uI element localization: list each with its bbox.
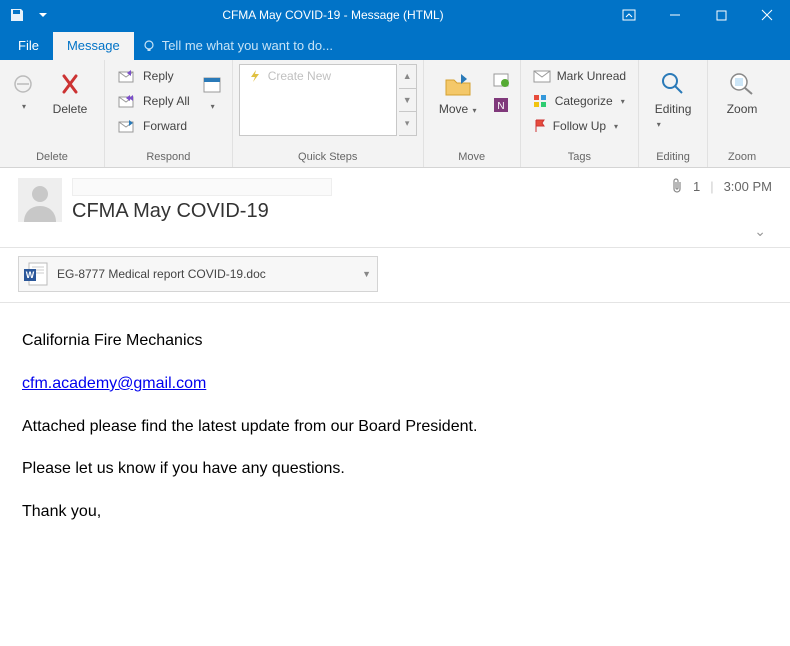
word-doc-icon: W xyxy=(23,261,49,287)
body-email-link[interactable]: cfm.academy@gmail.com xyxy=(22,375,206,392)
close-button[interactable] xyxy=(744,0,790,30)
minimize-button[interactable] xyxy=(652,0,698,30)
attachment-filename: EG-8777 Medical report COVID-19.doc xyxy=(57,267,266,281)
ribbon-mode-icon[interactable] xyxy=(606,0,652,30)
move-folder-icon xyxy=(443,70,473,98)
zoom-icon xyxy=(728,71,756,97)
group-quick-steps: Create New ▲ ▼ ▾ Quick Steps xyxy=(233,60,424,167)
tab-message[interactable]: Message xyxy=(53,32,134,60)
quick-steps-scroll: ▲ ▼ ▾ xyxy=(399,64,417,136)
expand-header-button[interactable]: ⌄ xyxy=(754,215,772,239)
ribbon: ▾ Delete Delete Reply Reply All xyxy=(0,60,790,168)
move-button[interactable]: Move ▾ xyxy=(430,64,486,116)
quick-steps-gallery[interactable]: Create New xyxy=(239,64,397,136)
message-header: CFMA May COVID-19 1 | 3:00 PM ⌄ xyxy=(0,168,790,248)
categorize-button[interactable]: Categorize▾ xyxy=(527,89,632,113)
ignore-icon xyxy=(12,73,34,95)
tab-file[interactable]: File xyxy=(4,32,53,60)
group-respond: Reply Reply All Forward ▾ Respond xyxy=(105,60,233,167)
envelope-icon xyxy=(533,69,551,83)
group-editing: Editing▾ Editing xyxy=(639,60,708,167)
forward-button[interactable]: Forward xyxy=(111,114,196,138)
follow-up-button[interactable]: Follow Up▾ xyxy=(527,114,632,138)
group-move: Move ▾ N Move xyxy=(424,60,521,167)
message-body: California Fire Mechanics cfm.academy@gm… xyxy=(0,303,790,573)
message-subject: CFMA May COVID-19 xyxy=(72,200,671,223)
reply-all-button[interactable]: Reply All xyxy=(111,89,196,113)
body-line-3: Please let us know if you have any quest… xyxy=(22,459,768,480)
sender-name xyxy=(72,178,332,196)
reply-all-icon xyxy=(117,93,137,109)
categorize-icon xyxy=(533,94,549,108)
paperclip-icon xyxy=(671,178,683,194)
group-tags: Mark Unread Categorize▾ Follow Up▾ Tags xyxy=(521,60,639,167)
group-delete: ▾ Delete Delete xyxy=(0,60,105,167)
title-bar: CFMA May COVID-19 - Message (HTML) xyxy=(0,0,790,30)
svg-text:W: W xyxy=(26,270,35,280)
ignore-button[interactable]: ▾ xyxy=(6,64,40,111)
find-icon xyxy=(660,71,686,97)
ribbon-tabs: File Message Tell me what you want to do… xyxy=(0,30,790,60)
group-zoom: Zoom Zoom xyxy=(708,60,776,167)
reply-icon xyxy=(117,68,137,84)
editing-button[interactable]: Editing▾ xyxy=(645,64,701,130)
meeting-icon xyxy=(201,73,223,95)
flag-icon xyxy=(533,119,547,133)
qs-up-button[interactable]: ▲ xyxy=(399,65,416,88)
avatar-icon xyxy=(18,178,62,222)
delete-button[interactable]: Delete xyxy=(42,64,98,116)
rules-icon xyxy=(492,71,510,89)
delete-icon xyxy=(56,70,84,98)
maximize-button[interactable] xyxy=(698,0,744,30)
onenote-button[interactable]: N xyxy=(488,93,514,117)
lightning-icon xyxy=(248,69,262,83)
svg-text:N: N xyxy=(497,101,504,112)
body-line-2: Attached please find the latest update f… xyxy=(22,417,768,438)
quick-access-toolbar xyxy=(0,4,60,26)
tell-me-placeholder: Tell me what you want to do... xyxy=(162,38,333,53)
attachment-item[interactable]: W EG-8777 Medical report COVID-19.doc ▼ xyxy=(18,256,378,292)
separator: | xyxy=(710,179,713,194)
window-title: CFMA May COVID-19 - Message (HTML) xyxy=(60,8,606,22)
bulb-icon xyxy=(142,39,156,53)
reply-button[interactable]: Reply xyxy=(111,64,196,88)
qs-more-button[interactable]: ▾ xyxy=(399,111,416,135)
attachment-bar: W EG-8777 Medical report COVID-19.doc ▼ xyxy=(0,248,790,303)
qs-down-button[interactable]: ▼ xyxy=(399,88,416,112)
onenote-icon: N xyxy=(492,96,510,114)
window-controls xyxy=(606,0,790,30)
tell-me-search[interactable]: Tell me what you want to do... xyxy=(134,32,341,60)
forward-icon xyxy=(117,118,137,134)
attachment-dropdown-icon[interactable]: ▼ xyxy=(362,269,371,279)
respond-more-button[interactable]: ▾ xyxy=(198,64,226,111)
mark-unread-button[interactable]: Mark Unread xyxy=(527,64,632,88)
message-time: 3:00 PM xyxy=(724,179,772,194)
rules-button[interactable] xyxy=(488,68,514,92)
qat-dropdown-icon[interactable] xyxy=(32,4,54,26)
save-icon[interactable] xyxy=(6,4,28,26)
attachment-count: 1 xyxy=(693,179,700,194)
body-line-4: Thank you, xyxy=(22,502,768,523)
body-line-1: California Fire Mechanics xyxy=(22,331,768,352)
zoom-button[interactable]: Zoom xyxy=(714,64,770,116)
